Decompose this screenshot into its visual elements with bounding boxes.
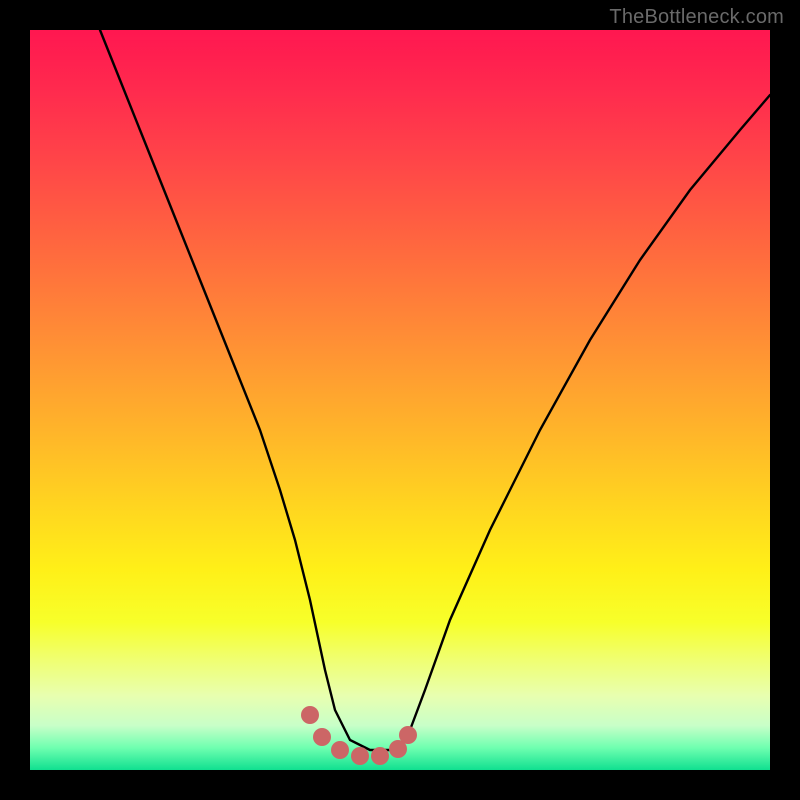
bottleneck-curve (100, 30, 770, 750)
watermark-text: TheBottleneck.com (609, 6, 784, 29)
valley-dot (371, 747, 389, 765)
valley-dot (399, 726, 417, 744)
valley-dot (331, 741, 349, 759)
valley-dots (301, 706, 417, 765)
curve-layer (30, 30, 770, 770)
valley-dot (301, 706, 319, 724)
valley-dot (351, 747, 369, 765)
chart-frame: TheBottleneck.com (0, 0, 800, 800)
valley-dot (313, 728, 331, 746)
plot-area (30, 30, 770, 770)
